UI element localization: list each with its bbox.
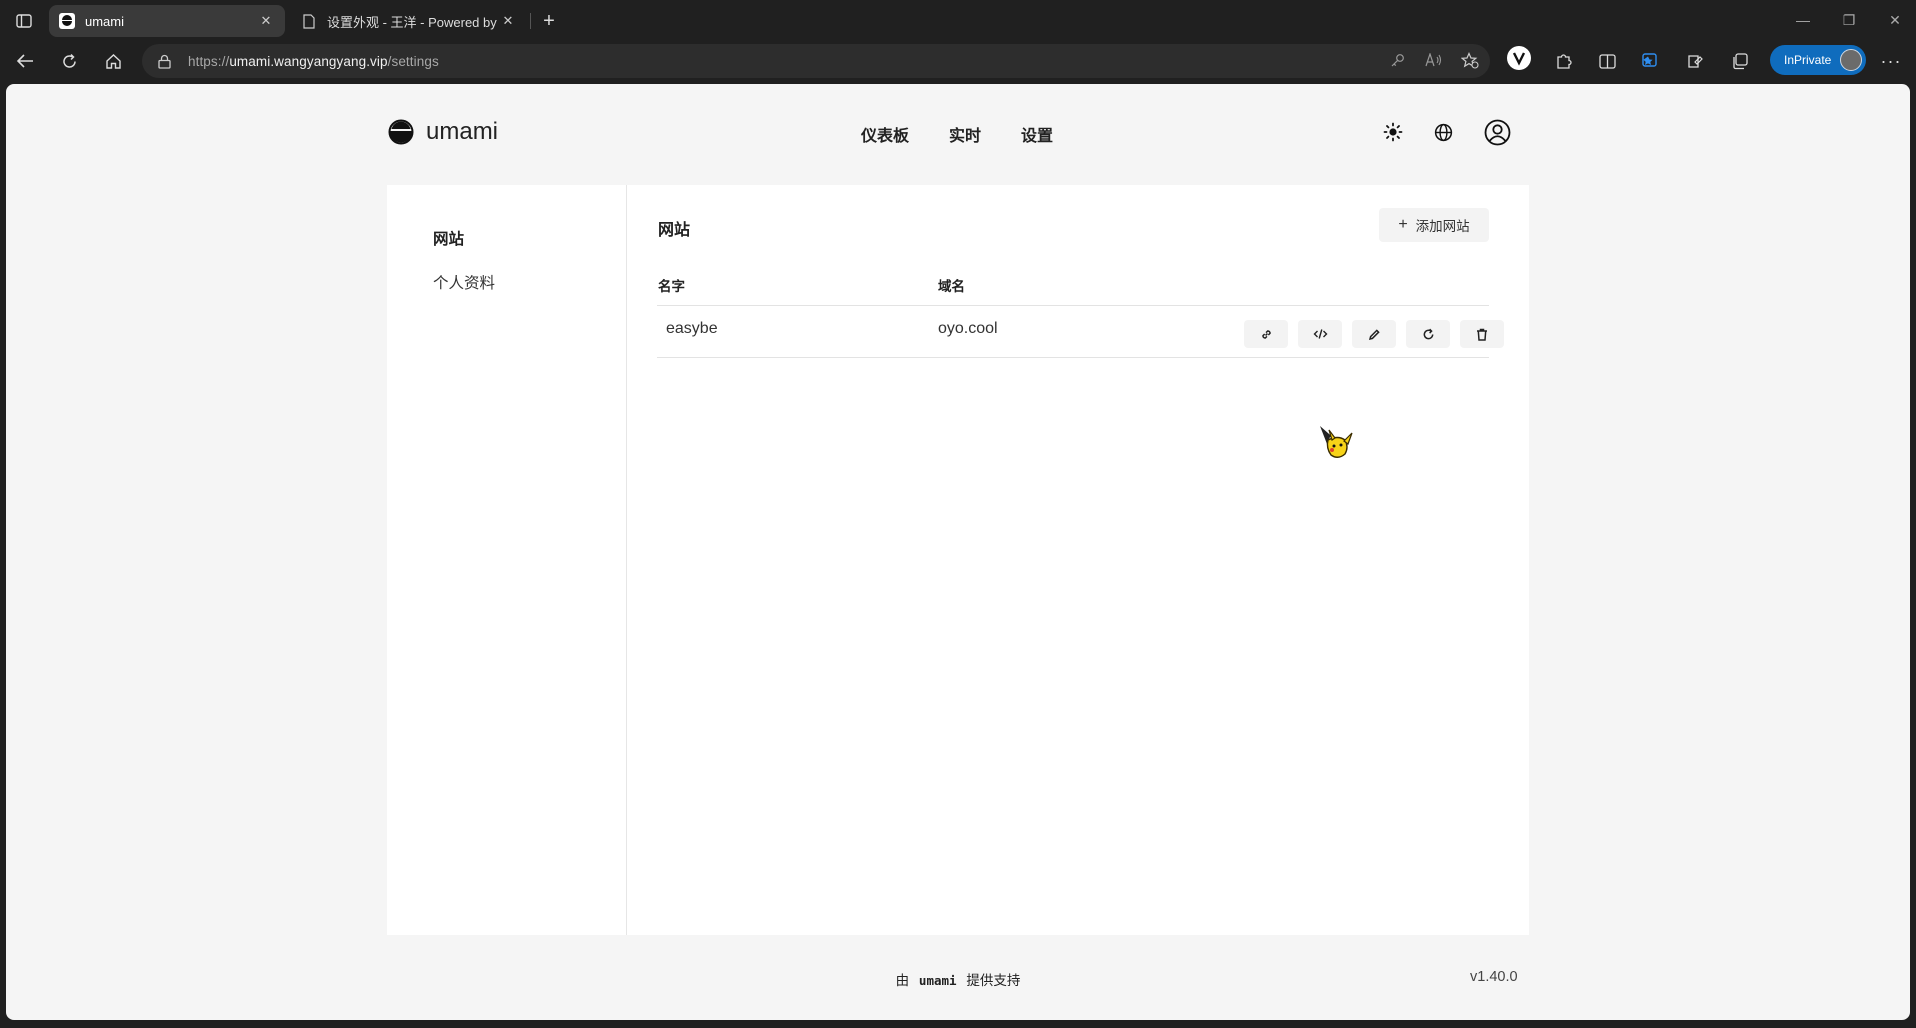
app-header: umami 仪表板 实时 设置 <box>6 84 1910 184</box>
collections-icon[interactable] <box>1726 49 1752 73</box>
read-aloud-icon[interactable] <box>1422 49 1444 71</box>
url-path: /settings <box>387 53 439 69</box>
settings-sidebar: 网站 个人资料 <box>387 185 627 935</box>
nav-realtime[interactable]: 实时 <box>949 122 981 146</box>
tab-title: umami <box>85 13 125 29</box>
app-logo[interactable]: umami <box>388 118 498 146</box>
extension-v-icon[interactable] <box>1506 46 1532 70</box>
user-profile-icon[interactable] <box>1483 118 1511 146</box>
umami-logo-icon <box>388 119 414 145</box>
nav-dashboard[interactable]: 仪表板 <box>861 122 909 146</box>
plus-icon: + <box>1398 216 1408 233</box>
website-name-cell: easybe <box>666 320 718 337</box>
page-viewport: umami 仪表板 实时 设置 网站 个人资料 网站 + 添加网站 名字 域名 <box>6 84 1910 1020</box>
url-scheme: https:// <box>188 53 230 69</box>
code-icon <box>1313 329 1327 339</box>
split-screen-icon[interactable] <box>1594 49 1620 73</box>
footer-powered-by: 由 umami 提供支持 <box>6 969 1910 989</box>
trash-icon <box>1477 328 1487 341</box>
tab-close-icon[interactable]: ✕ <box>499 12 517 30</box>
get-tracking-code-button[interactable] <box>1298 320 1342 348</box>
share-link-button[interactable] <box>1244 320 1288 348</box>
lock-icon[interactable] <box>158 53 174 69</box>
reset-icon <box>1423 328 1433 339</box>
sidebar-item-profile[interactable]: 个人资料 <box>433 271 495 293</box>
table-header-divider <box>657 305 1489 306</box>
inprivate-label: InPrivate <box>1784 53 1832 67</box>
mouse-cursor-icon <box>1320 426 1353 458</box>
delete-website-button[interactable] <box>1460 320 1504 348</box>
tab-appearance-settings[interactable]: 设置外观 - 王洋 - Powered by Ty ✕ <box>291 5 527 37</box>
tab-title: 设置外观 - 王洋 - Powered by Ty <box>327 14 499 30</box>
back-icon[interactable] <box>10 47 40 75</box>
nav-settings[interactable]: 设置 <box>1021 122 1053 146</box>
footer-brand-link[interactable]: umami <box>919 973 957 988</box>
refresh-icon[interactable] <box>54 47 84 75</box>
add-favorite-icon[interactable] <box>1459 49 1481 71</box>
browser-toolbar: https://umami.wangyangyang.vip/settings … <box>0 40 1916 82</box>
inprivate-button[interactable]: InPrivate <box>1770 45 1866 75</box>
app-name: umami <box>426 118 499 145</box>
tab-umami[interactable]: umami ✕ <box>49 5 285 37</box>
profile-avatar <box>1840 49 1862 71</box>
favorites-icon[interactable] <box>1638 49 1664 73</box>
tab-actions-icon[interactable] <box>10 8 38 34</box>
home-icon[interactable] <box>98 47 128 75</box>
page-title: 网站 <box>658 222 691 239</box>
reset-website-button[interactable] <box>1406 320 1450 348</box>
url-text: https://umami.wangyangyang.vip/settings <box>188 54 439 69</box>
column-header-domain: 域名 <box>938 279 965 294</box>
edit-icon <box>1368 328 1380 340</box>
footer-prefix: 由 <box>895 973 910 988</box>
umami-favicon-icon <box>59 13 75 29</box>
window-close-icon[interactable]: ✕ <box>1880 8 1910 32</box>
restore-icon[interactable]: ❐ <box>1834 8 1864 32</box>
website-domain-cell: oyo.cool <box>938 320 998 337</box>
page-icon <box>301 13 317 29</box>
url-host: umami.wangyangyang.vip <box>229 53 388 69</box>
more-options-icon[interactable]: ··· <box>1878 48 1904 74</box>
footer-suffix: 提供支持 <box>966 973 1021 988</box>
address-bar[interactable]: https://umami.wangyangyang.vip/settings <box>142 44 1490 78</box>
add-website-button[interactable]: + 添加网站 <box>1379 208 1489 242</box>
sidebar-item-websites[interactable]: 网站 <box>433 227 464 249</box>
sun-icon[interactable] <box>1379 118 1407 146</box>
new-tab-button[interactable]: + <box>536 8 562 34</box>
app-version: v1.40.0 <box>1470 969 1518 985</box>
tab-close-icon[interactable]: ✕ <box>257 12 275 30</box>
settings-card: 网站 个人资料 网站 + 添加网站 名字 域名 easybe oyo.cool <box>387 185 1529 935</box>
websites-panel: 网站 + 添加网站 名字 域名 easybe oyo.cool <box>627 185 1529 935</box>
edit-website-button[interactable] <box>1352 320 1396 348</box>
browser-essentials-icon[interactable] <box>1682 49 1708 73</box>
globe-icon[interactable] <box>1429 118 1457 146</box>
extensions-icon[interactable] <box>1550 49 1576 73</box>
table-row-divider <box>657 357 1489 358</box>
browser-tab-bar: umami ✕ 设置外观 - 王洋 - Powered by Ty ✕ + — … <box>0 0 1916 40</box>
link-icon <box>1261 329 1271 339</box>
minimize-icon[interactable]: — <box>1788 8 1818 32</box>
key-icon[interactable] <box>1386 49 1408 71</box>
tab-divider <box>530 13 531 29</box>
add-website-label: 添加网站 <box>1415 219 1470 234</box>
column-header-name: 名字 <box>658 279 685 294</box>
